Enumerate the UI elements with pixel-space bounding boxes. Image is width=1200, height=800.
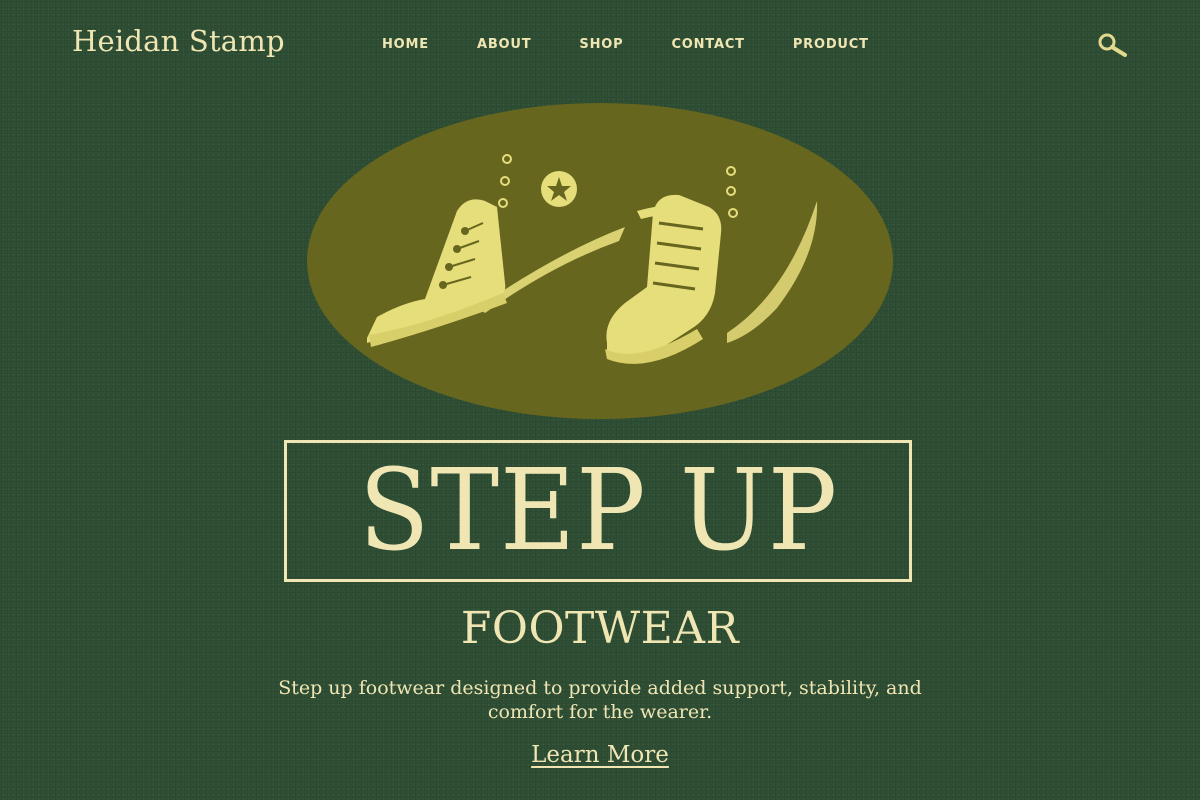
site-header: Heidan Stamp HOME ABOUT SHOP CONTACT PRO… xyxy=(0,0,1200,90)
nav-product[interactable]: PRODUCT xyxy=(793,37,869,52)
hero-title-frame: STEP UP xyxy=(284,440,912,582)
nav-about[interactable]: ABOUT xyxy=(477,37,531,52)
star-badge-icon xyxy=(541,171,577,207)
hero-title: STEP UP xyxy=(358,446,838,576)
main-nav: HOME ABOUT SHOP CONTACT PRODUCT xyxy=(360,37,917,52)
hero-sneaker-image xyxy=(307,103,893,419)
brand-logo[interactable]: Heidan Stamp xyxy=(72,24,285,58)
nav-contact[interactable]: CONTACT xyxy=(671,37,744,52)
hero-description-line-2: comfort for the wearer. xyxy=(487,701,713,723)
learn-more-link[interactable]: Learn More xyxy=(531,742,669,768)
nav-shop[interactable]: SHOP xyxy=(579,37,623,52)
learn-more-wrapper: Learn More xyxy=(0,742,1200,768)
hero-subtitle: FOOTWEAR xyxy=(460,603,740,654)
search-icon xyxy=(1098,33,1127,57)
nav-home[interactable]: HOME xyxy=(382,37,429,52)
hero-description-line-1: Step up footwear designed to provide add… xyxy=(278,677,922,699)
hero-description: Step up footwear designed to provide add… xyxy=(270,676,930,724)
search-button[interactable] xyxy=(1096,31,1130,61)
